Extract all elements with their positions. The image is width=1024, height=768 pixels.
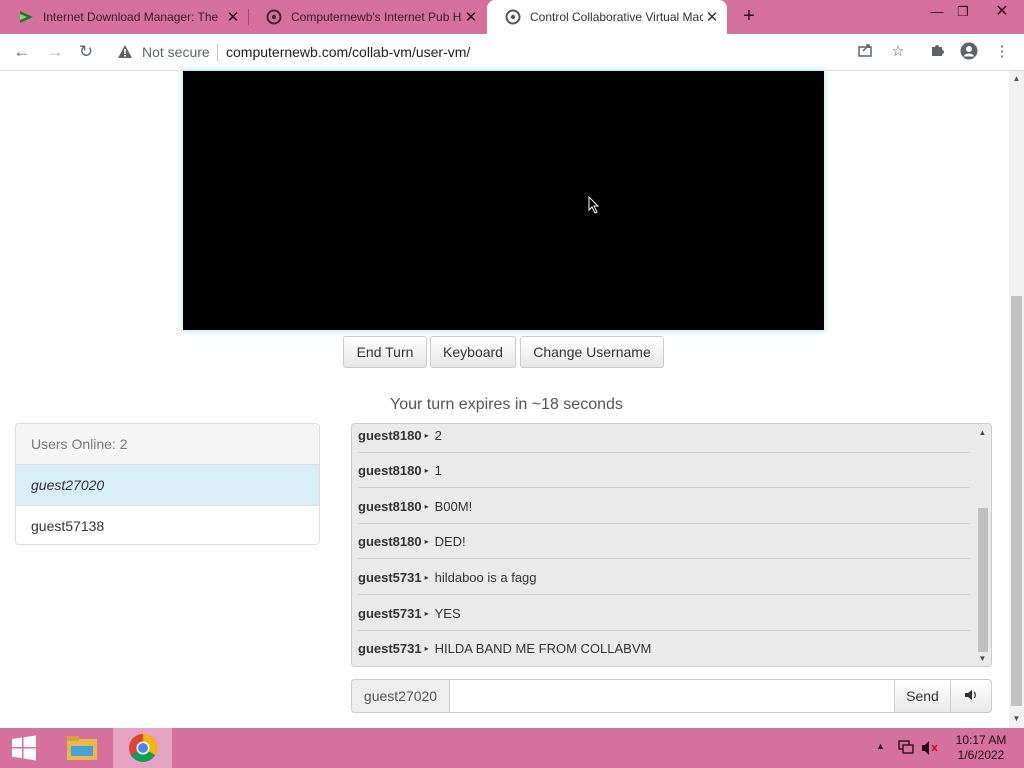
tab-close-icon[interactable]: ✕ [224,8,242,26]
chat-arrow-icon: ▸ [424,536,429,546]
chrome-taskbar-icon[interactable] [113,728,172,768]
user-item[interactable]: guest57138 [16,506,319,544]
idm-play-icon [18,9,34,25]
share-icon[interactable] [855,42,875,62]
url-separator [217,44,218,61]
scroll-down-arrow-icon[interactable]: ▼ [975,653,990,665]
chat-text: hildaboo is a fagg [434,569,537,585]
tab-computernewb-pub[interactable]: Computernewb's Internet Pub Hu ✕ [248,0,486,34]
chat-username: guest5731 [358,641,422,656]
chat-message: guest5731 ▸ HILDA BAND ME FROM COLLABVM [358,631,970,666]
security-label[interactable]: Not secure [142,44,210,60]
windows-start-icon[interactable] [0,728,48,768]
chat-message: guest8180 ▸ B00M! [358,489,970,524]
tab-title: Control Collaborative Virtual Mac [530,10,703,24]
chat-text: 2 [434,427,442,443]
end-turn-button[interactable]: End Turn [343,336,427,368]
chat-username: guest5731 [358,605,422,621]
page-scroll-thumb[interactable] [1011,296,1022,706]
chat-username: guest8180 [358,427,422,443]
bookmark-star-icon[interactable]: ☆ [888,42,908,62]
users-online-panel: Users Online: 2 guest27020 guest57138 [15,423,320,545]
new-tab-icon[interactable]: + [738,5,760,27]
chat-username-addon: guest27020 [351,679,450,713]
volume-muted-icon[interactable] [921,740,939,761]
chat-arrow-icon: ▸ [424,501,429,511]
chat-scroll-thumb[interactable] [978,508,988,652]
extensions-puzzle-icon[interactable] [927,42,947,62]
file-explorer-icon[interactable] [58,728,106,768]
chat-username: guest8180 [358,498,422,514]
tray-chevron-up-icon[interactable]: ▲ [876,741,885,751]
chat-text: YES [434,605,461,621]
forward-arrow-icon[interactable]: → [43,40,67,64]
chat-username: guest5731 [358,569,422,585]
turn-status: Your turn expires in ~18 seconds [390,396,623,413]
close-window-icon[interactable]: ✕ [987,2,1017,22]
chat-message: guest5731 ▸ YES [358,596,970,631]
chat-username: guest8180 [358,533,422,549]
page-scroll-down-icon[interactable]: ▼ [1009,713,1024,725]
warning-triangle-icon[interactable] [117,44,133,60]
clock-date: 1/6/2022 [957,748,1005,762]
chat-message: guest8180 ▸ 2 [358,424,970,453]
taskbar-clock[interactable]: 10:17 AM 1/6/2022 [946,733,1016,763]
scroll-up-arrow-icon[interactable]: ▲ [975,427,990,439]
chat-arrow-icon: ▸ [424,465,429,475]
users-online-header: Users Online: 2 [16,424,319,465]
chat-arrow-icon: ▸ [424,644,429,653]
chat-message-input[interactable] [450,680,894,712]
chat-username: guest8180 [358,462,422,478]
tab-close-icon[interactable]: ✕ [703,8,721,26]
page-scroll-up-icon[interactable]: ▲ [1009,73,1024,85]
menu-kebab-icon[interactable]: ⋮ [992,42,1012,62]
chat-text: DED! [434,533,466,549]
tab-title: Computernewb's Internet Pub Hu [291,10,462,24]
keyboard-button[interactable]: Keyboard [430,336,516,368]
vm-display[interactable] [183,71,824,330]
profile-avatar-icon[interactable] [959,42,979,62]
url-text[interactable]: computernewb.com/collab-vm/user-vm/ [226,44,470,60]
tab-collab-vm[interactable]: Control Collaborative Virtual Mac ✕ [487,0,727,34]
reload-icon[interactable]: ↻ [74,40,98,64]
chat-text: B00M! [434,498,473,514]
chat-panel[interactable]: guest8180 ▸ 2 guest8180 ▸ 1 guest8180 ▸ B00M! … [351,423,992,667]
site-favicon-icon [266,9,282,25]
network-icon[interactable] [897,739,915,760]
chat-arrow-icon: ▸ [424,608,429,618]
tab-idm[interactable]: Internet Download Manager: The ✕ [0,0,248,34]
chat-message: guest5731 ▸ hildaboo is a fagg [358,560,970,595]
tab-title: Internet Download Manager: The [43,10,219,24]
change-username-button[interactable]: Change Username [520,336,664,368]
clock-time: 10:17 AM [955,733,1007,747]
user-item[interactable]: guest27020 [16,465,319,506]
tab-close-icon[interactable]: ✕ [462,8,480,26]
chat-arrow-icon: ▸ [424,572,429,582]
chat-message: guest8180 ▸ 1 [358,453,970,488]
chat-text: 1 [434,462,442,478]
mouse-cursor-icon [588,195,600,219]
send-button[interactable]: Send [894,679,951,713]
volume-icon [964,689,978,704]
chat-message: guest8180 ▸ DED! [358,524,970,559]
chat-arrow-icon: ▸ [424,430,429,440]
back-arrow-icon[interactable]: ← [10,40,34,64]
chat-text: HILDA BAND ME FROM COLLABVM [434,641,652,656]
restore-icon[interactable]: ❐ [948,2,978,22]
volume-button[interactable] [950,679,992,713]
site-favicon-icon [505,9,521,25]
